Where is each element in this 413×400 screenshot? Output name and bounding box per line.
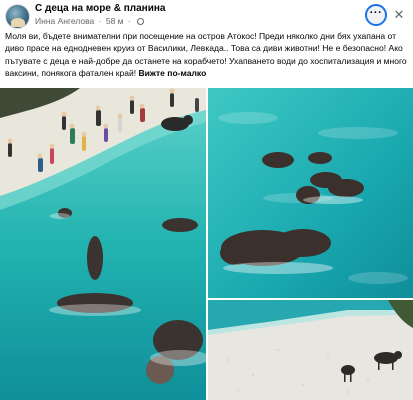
photo-3-image xyxy=(208,300,413,400)
photo-2-image xyxy=(208,88,413,298)
post-time[interactable]: 58 м xyxy=(106,16,124,26)
close-icon: ✕ xyxy=(393,6,405,22)
photo-beach-swimming-pigs[interactable] xyxy=(0,88,206,400)
meta-separator-2: · xyxy=(127,16,131,26)
author-name[interactable]: Инна Ангелова xyxy=(35,16,94,26)
see-less-link[interactable]: Вижте по-малко xyxy=(138,68,206,78)
meta-separator: · xyxy=(98,16,102,26)
photo-1-image xyxy=(0,88,206,400)
photo-pigs-on-beach[interactable] xyxy=(208,300,413,400)
post-header: С деца на море & планина Инна Ангелова ·… xyxy=(0,0,413,30)
post-text: Моля ви, бъдете внимателни при посещение… xyxy=(5,30,410,80)
more-options-button[interactable]: ··· xyxy=(365,4,387,26)
post-meta: Инна Ангелова · 58 м · xyxy=(35,16,145,26)
page-avatar-icon[interactable] xyxy=(5,4,30,29)
close-button[interactable]: ✕ xyxy=(391,6,407,22)
more-options-icon: ··· xyxy=(369,6,383,19)
photo-pigs-swimming[interactable] xyxy=(208,88,413,298)
globe-icon xyxy=(137,18,145,25)
page-name[interactable]: С деца на море & планина xyxy=(35,3,165,14)
